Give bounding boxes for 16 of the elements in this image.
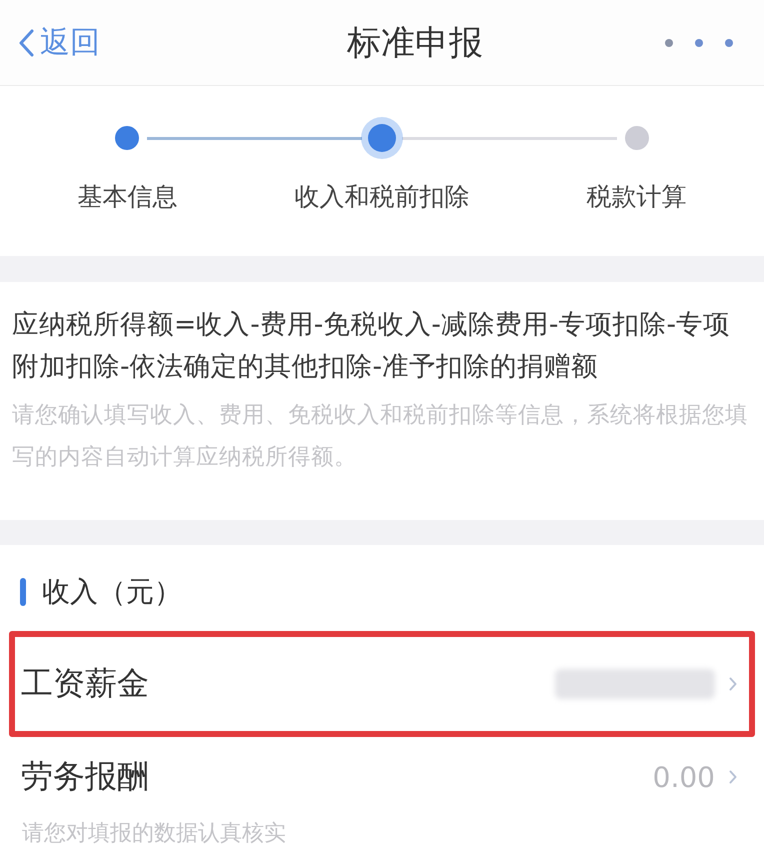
page-title: 标准申报 xyxy=(347,22,483,64)
income-item-label[interactable]: 工资薪金 xyxy=(21,662,149,706)
chevron-right-icon[interactable] xyxy=(729,677,737,691)
chevron-right-icon[interactable] xyxy=(729,770,737,784)
note-text: 请您对填报的数据认真核实 xyxy=(21,820,287,848)
step-label: 收入和税前扣除 xyxy=(293,182,470,213)
more-icon[interactable] xyxy=(664,38,734,48)
section-accent-bar xyxy=(20,578,26,606)
step-label: 税款计算 xyxy=(586,182,688,213)
step-label: 基本信息 xyxy=(76,182,178,213)
chevron-left-icon xyxy=(18,28,34,56)
amount-value: 0.00 xyxy=(652,760,715,794)
income-item-label[interactable]: 劳务报酬 xyxy=(21,755,149,799)
formula-text: 应纳税所得额=收入-费用-免税收入-减除费用-专项扣除-专项附加扣除-依法确定的其他扣除-准予扣除的捐赠额 xyxy=(12,308,732,384)
section-heading: 收入（元） xyxy=(42,574,182,610)
hint-text: 请您确认填写收入、费用、免税收入和税前扣除等信息，系统将根据您填写的内容自动计算应纳税所得额。 xyxy=(12,401,749,472)
